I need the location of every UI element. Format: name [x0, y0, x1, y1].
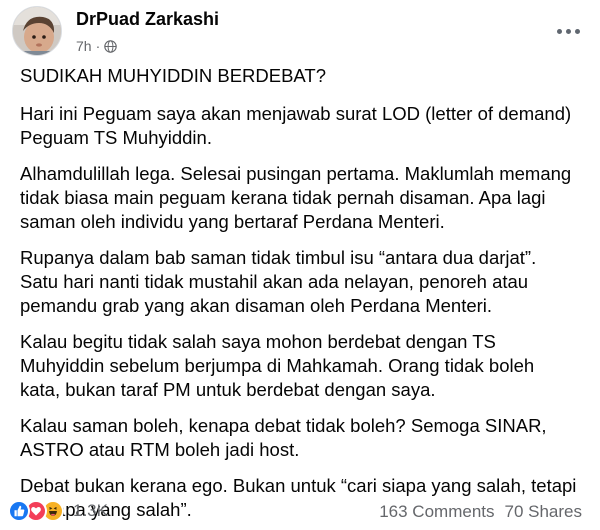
engagement-stats: 163 Comments 70 Shares: [379, 502, 582, 522]
shares-count-link[interactable]: 70 Shares: [505, 502, 583, 522]
reaction-summary[interactable]: 1.3K: [8, 500, 108, 522]
post-paragraph: Alhamdulillah lega. Selesai pusingan per…: [20, 163, 572, 232]
author-name[interactable]: DrPuad Zarkashi: [76, 9, 219, 30]
like-icon: [8, 500, 30, 522]
post-paragraph: Hari ini Peguam saya akan menjawab surat…: [20, 103, 572, 148]
globe-icon: [104, 39, 118, 53]
post-meta: 7h ·: [76, 38, 118, 54]
post-time[interactable]: 7h: [76, 38, 92, 54]
post-header: DrPuad Zarkashi 7h ·: [12, 6, 588, 56]
post-paragraph: Kalau saman boleh, kenapa debat tidak bo…: [20, 415, 547, 460]
author-avatar[interactable]: [12, 6, 62, 56]
post-paragraph: Kalau begitu tidak salah saya mohon berd…: [20, 331, 535, 400]
post-paragraph: Rupanya dalam bab saman tidak timbul isu…: [20, 247, 537, 316]
post-paragraph: SUDIKAH MUHYIDDIN BERDEBAT?: [20, 65, 326, 86]
post-text: SUDIKAH MUHYIDDIN BERDEBAT? Hari ini Peg…: [20, 64, 590, 530]
post-footer: 1.3K 163 Comments 70 Shares: [8, 498, 594, 526]
comments-count-link[interactable]: 163 Comments: [379, 502, 494, 522]
more-options-icon[interactable]: [554, 24, 582, 38]
reaction-count: 1.3K: [73, 501, 108, 520]
facebook-post: DrPuad Zarkashi 7h · SUDIKAH MUHYIDDIN B…: [0, 0, 600, 530]
